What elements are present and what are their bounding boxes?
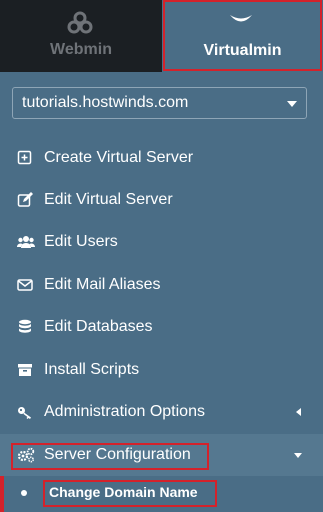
edit-icon bbox=[17, 192, 33, 208]
plus-square-icon bbox=[17, 150, 33, 166]
envelope-icon bbox=[17, 277, 33, 293]
menu-item-create-virtual-server[interactable]: Create Virtual Server bbox=[0, 137, 323, 179]
tab-webmin[interactable]: Webmin bbox=[0, 0, 162, 72]
menu-item-install-scripts[interactable]: Install Scripts bbox=[0, 349, 323, 391]
highlight-box-change-domain-name bbox=[43, 480, 217, 507]
menu-item-label: Administration Options bbox=[44, 403, 205, 420]
tab-webmin-label: Webmin bbox=[50, 41, 112, 58]
webmin-logo-icon bbox=[66, 9, 94, 37]
menu-item-administration-options[interactable]: Administration Options bbox=[0, 391, 323, 433]
domain-select[interactable]: tutorials.hostwinds.com bbox=[12, 87, 307, 119]
highlight-box-server-configuration bbox=[11, 443, 209, 470]
menu-item-label: Edit Mail Aliases bbox=[44, 276, 161, 293]
menu-item-label: Edit Databases bbox=[44, 318, 153, 335]
menu-item-label: Edit Virtual Server bbox=[44, 191, 173, 208]
database-icon bbox=[17, 319, 33, 335]
menu-item-edit-databases[interactable]: Edit Databases bbox=[0, 306, 323, 348]
bullet-icon bbox=[21, 490, 27, 496]
menu-item-edit-virtual-server[interactable]: Edit Virtual Server bbox=[0, 179, 323, 221]
menu-item-edit-mail-aliases[interactable]: Edit Mail Aliases bbox=[0, 264, 323, 306]
users-icon bbox=[17, 234, 35, 250]
archive-icon bbox=[17, 362, 33, 378]
highlight-box-virtualmin bbox=[163, 0, 322, 71]
chevron-left-icon bbox=[296, 408, 301, 416]
menu-item-label: Create Virtual Server bbox=[44, 149, 194, 166]
active-accent-bar bbox=[0, 476, 4, 512]
key-icon bbox=[17, 404, 33, 420]
menu-item-label: Install Scripts bbox=[44, 361, 140, 378]
menu-item-edit-users[interactable]: Edit Users bbox=[0, 221, 323, 263]
domain-select-value: tutorials.hostwinds.com bbox=[22, 94, 189, 111]
chevron-down-icon bbox=[294, 453, 302, 458]
menu-item-label: Edit Users bbox=[44, 233, 118, 250]
chevron-down-icon bbox=[287, 101, 297, 107]
top-tab-bar: Webmin Virtualmin bbox=[0, 0, 323, 72]
